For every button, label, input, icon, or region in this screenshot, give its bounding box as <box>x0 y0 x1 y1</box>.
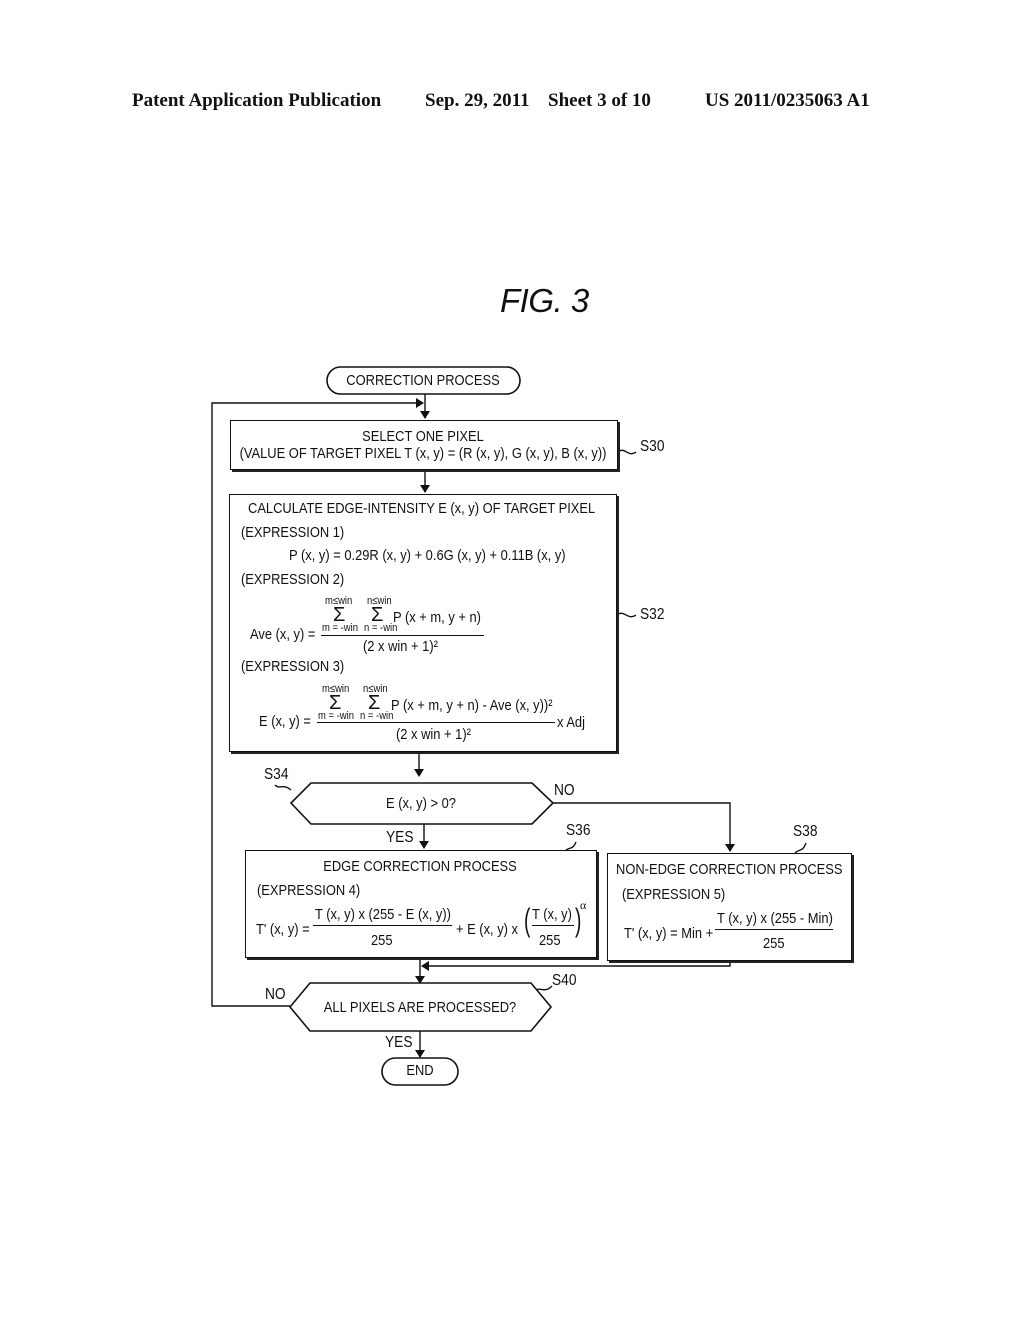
fraction-bar-inner <box>532 925 574 926</box>
arrow-s38-join <box>421 961 731 971</box>
s34-yes-label: YES <box>386 829 414 846</box>
leader-s30 <box>617 449 637 455</box>
step-label-s40: S40 <box>552 972 577 989</box>
s36-lhs: T' (x, y) = <box>256 921 310 938</box>
s38-numerator: T (x, y) x (255 - Min) <box>717 910 833 927</box>
s32-expr3-denominator: (2 x win + 1)² <box>396 726 471 743</box>
sum-m-lower-3: m = -win <box>318 710 355 722</box>
step-label-s36: S36 <box>566 822 591 839</box>
s32-expr2-label: (EXPRESSION 2) <box>241 571 345 588</box>
s40-question: ALL PIXELS ARE PROCESSED? <box>323 999 517 1016</box>
s36-inner-numerator: T (x, y) <box>532 906 572 923</box>
leader-s38 <box>794 842 807 854</box>
leader-s32 <box>616 612 637 618</box>
s32-title: CALCULATE EDGE-INTENSITY E (x, y) OF TAR… <box>248 500 596 517</box>
step-label-s38: S38 <box>793 823 818 840</box>
s32-expr3-numerator: P (x + m, y + n) - Ave (x, y))² <box>391 697 553 714</box>
sum-m-lower: m = -win <box>322 622 359 634</box>
s36-expr-label: (EXPRESSION 4) <box>257 882 361 899</box>
step-label-s34: S34 <box>264 766 289 783</box>
s32-expr2-numerator: P (x + m, y + n) <box>393 609 481 626</box>
leader-s34 <box>274 784 292 791</box>
start-label: CORRECTION PROCESS <box>346 372 500 389</box>
s38-expr-label: (EXPRESSION 5) <box>622 886 726 903</box>
s34-no-label: NO <box>554 782 575 799</box>
s34-question: E (x, y) > 0? <box>386 795 456 812</box>
s36-inner-denominator: 255 <box>539 932 561 949</box>
s38-denominator: 255 <box>763 935 785 952</box>
s36-title: EDGE CORRECTION PROCESS <box>323 858 517 875</box>
step-label-s32: S32 <box>640 606 665 623</box>
s36-exponent: α <box>580 898 587 912</box>
step-label-s30: S30 <box>640 438 665 455</box>
fraction-bar-expr5 <box>715 929 833 930</box>
s32-expr3-label: (EXPRESSION 3) <box>241 658 345 675</box>
fraction-bar-expr3 <box>317 722 555 723</box>
s40-no-label: NO <box>265 986 286 1003</box>
s36-numerator: T (x, y) x (255 - E (x, y)) <box>315 906 451 923</box>
s32-expr3-lhs: E (x, y) = <box>259 713 311 730</box>
s36-mid: + E (x, y) x <box>456 921 519 938</box>
s32-expr1: P (x, y) = 0.29R (x, y) + 0.6G (x, y) + … <box>289 547 566 564</box>
s30-line1: SELECT ONE PIXEL <box>362 428 484 445</box>
s32-expr1-label: (EXPRESSION 1) <box>241 524 345 541</box>
sum-n-lower-3: n = -win <box>360 710 394 722</box>
s30-line2: (VALUE OF TARGET PIXEL T (x, y) = (R (x,… <box>239 445 607 462</box>
s36-denominator: 255 <box>371 932 393 949</box>
s32-expr3-tail: x Adj <box>557 714 585 731</box>
s32-expr2-denominator: (2 x win + 1)² <box>363 638 438 655</box>
fraction-bar-expr2 <box>321 635 484 636</box>
s40-yes-label: YES <box>385 1034 413 1051</box>
s38-lhs: T' (x, y) = Min + <box>624 925 714 942</box>
fraction-bar-expr4 <box>313 925 452 926</box>
left-paren: ( <box>524 902 531 938</box>
s32-expr2-lhs: Ave (x, y) = <box>250 626 316 643</box>
s38-title: NON-EDGE CORRECTION PROCESS <box>616 861 843 878</box>
end-label: END <box>406 1062 434 1079</box>
